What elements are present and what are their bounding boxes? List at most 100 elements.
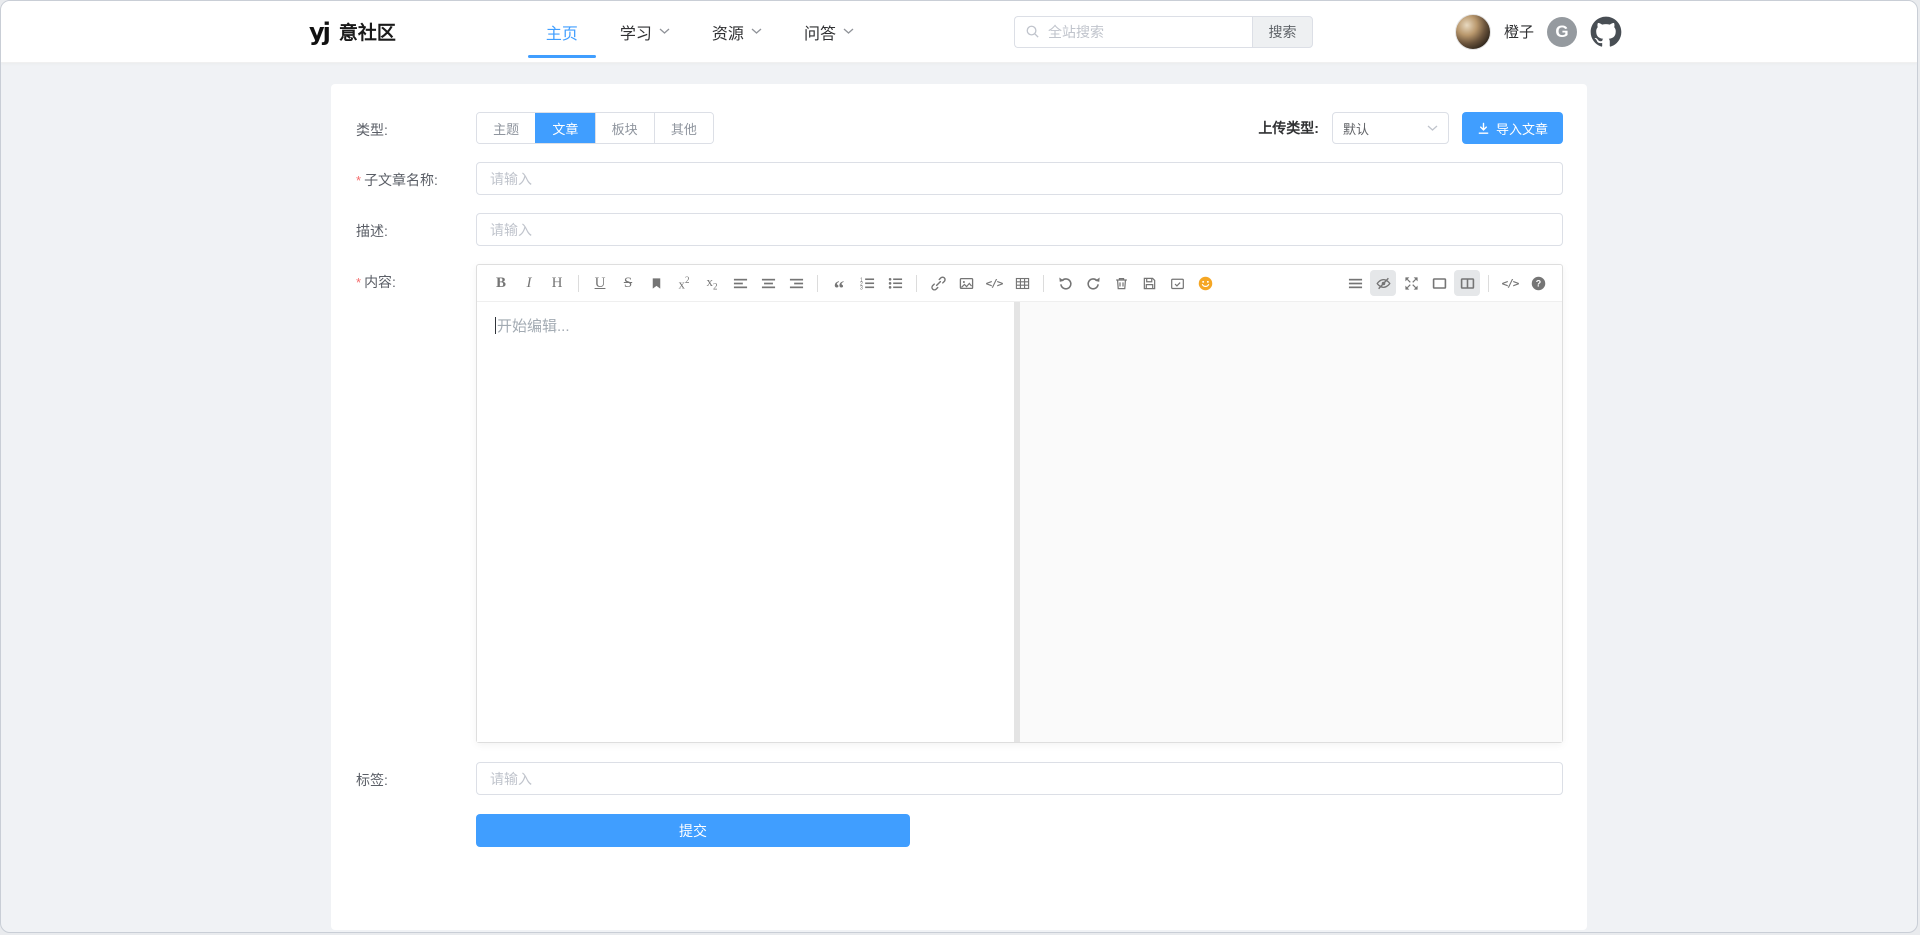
preview-toggle-icon[interactable]	[1370, 270, 1396, 296]
code-icon[interactable]: </>	[981, 270, 1007, 296]
navigation-icon[interactable]	[1342, 270, 1368, 296]
align-center-icon[interactable]	[755, 270, 781, 296]
folder-check-icon[interactable]	[1164, 270, 1190, 296]
mark-icon[interactable]	[643, 270, 669, 296]
submit-button[interactable]: 提交	[476, 814, 910, 847]
main-nav: 主页 学习 资源 问答	[546, 1, 854, 63]
content-label: *内容:	[356, 264, 476, 743]
redo-icon[interactable]	[1080, 270, 1106, 296]
sub-article-name-input[interactable]	[476, 162, 1563, 195]
upload-type-group: 上传类型: 默认 导入文章	[1258, 112, 1563, 144]
underline-icon[interactable]: U	[587, 270, 613, 296]
github-icon[interactable]	[1590, 16, 1622, 48]
tags-label: 标签:	[356, 762, 476, 795]
nav-item-home[interactable]: 主页	[546, 1, 578, 63]
sub-article-name-row: *子文章名称:	[356, 162, 1563, 195]
save-icon[interactable]	[1136, 270, 1162, 296]
description-input[interactable]	[476, 213, 1563, 246]
subscript-icon[interactable]: x2	[699, 270, 725, 296]
nav-item-resources[interactable]: 资源	[712, 1, 762, 63]
app-window: yj 意社区 主页 学习 资源 问答 搜索	[0, 0, 1918, 933]
avatar[interactable]	[1455, 14, 1491, 50]
help-icon[interactable]: ?	[1525, 270, 1551, 296]
nav-item-qa[interactable]: 问答	[804, 1, 854, 63]
tags-input[interactable]	[476, 762, 1563, 795]
type-row: 类型: 主题 文章 板块 其他 上传类型: 默认 导入文章	[356, 112, 1563, 144]
search-input[interactable]	[1048, 24, 1242, 40]
tags-row: 标签:	[356, 762, 1563, 795]
chevron-down-icon	[659, 28, 670, 35]
link-icon[interactable]	[925, 270, 951, 296]
description-label: 描述:	[356, 213, 476, 246]
toolbar-divider	[1488, 275, 1489, 292]
editor-placeholder: 开始编辑...	[497, 318, 570, 335]
align-left-icon[interactable]	[727, 270, 753, 296]
toolbar-divider	[1043, 275, 1044, 292]
svg-text:3: 3	[860, 285, 863, 291]
text-cursor	[495, 317, 496, 334]
type-option-other[interactable]: 其他	[654, 113, 713, 143]
undo-icon[interactable]	[1052, 270, 1078, 296]
align-right-icon[interactable]	[783, 270, 809, 296]
emoji-icon[interactable]	[1192, 270, 1218, 296]
site-search: 搜索	[1014, 16, 1313, 48]
fullscreen-icon[interactable]	[1398, 270, 1424, 296]
nav-item-label: 资源	[712, 20, 744, 44]
content-row: *内容: BIHUSx2x2 “123 </> </>? 开始编辑...	[356, 264, 1563, 743]
unordered-list-icon[interactable]	[882, 270, 908, 296]
type-label: 类型:	[356, 112, 476, 144]
type-option-topic[interactable]: 主题	[477, 113, 535, 143]
chevron-down-icon	[843, 28, 854, 35]
type-option-board[interactable]: 板块	[595, 113, 654, 143]
toolbar-divider	[916, 275, 917, 292]
upload-type-label: 上传类型:	[1258, 118, 1319, 138]
gitee-icon[interactable]: G	[1547, 17, 1577, 47]
article-form-card: 类型: 主题 文章 板块 其他 上传类型: 默认 导入文章	[331, 84, 1587, 930]
ordered-list-icon[interactable]: 123	[854, 270, 880, 296]
upload-type-select[interactable]: 默认	[1332, 112, 1449, 144]
bold-icon[interactable]: B	[488, 270, 514, 296]
superscript-icon[interactable]: x2	[671, 270, 697, 296]
top-navbar: yj 意社区 主页 学习 资源 问答 搜索	[1, 1, 1917, 63]
nav-item-learn[interactable]: 学习	[620, 1, 670, 63]
editor-toolbar: BIHUSx2x2 “123 </> </>?	[477, 265, 1562, 302]
header-icon[interactable]: H	[544, 270, 570, 296]
download-icon	[1477, 122, 1490, 135]
type-option-article[interactable]: 文章	[535, 113, 594, 143]
nav-item-label: 问答	[804, 20, 836, 44]
reading-mode-icon[interactable]	[1426, 270, 1452, 296]
html-code-icon[interactable]: </>	[1497, 270, 1523, 296]
chevron-down-icon	[1427, 125, 1438, 132]
chevron-down-icon	[751, 28, 762, 35]
import-article-button[interactable]: 导入文章	[1462, 112, 1563, 144]
split-view-icon[interactable]	[1454, 270, 1480, 296]
editor-input-pane[interactable]: 开始编辑...	[477, 302, 1014, 742]
type-segmented-control: 主题 文章 板块 其他	[476, 112, 714, 144]
username[interactable]: 橙子	[1504, 21, 1534, 42]
quote-icon[interactable]: “	[826, 270, 852, 296]
trash-icon[interactable]	[1108, 270, 1134, 296]
search-icon	[1025, 24, 1040, 39]
toolbar-divider	[817, 275, 818, 292]
required-marker: *	[356, 173, 361, 188]
brand-name: 意社区	[339, 18, 396, 45]
upload-type-value: 默认	[1343, 119, 1369, 138]
user-area: 橙子 G	[1455, 14, 1622, 50]
editor-toolbar-left: BIHUSx2x2 “123 </>	[487, 270, 1219, 296]
submit-row: 提交	[356, 814, 1563, 847]
required-marker: *	[356, 275, 361, 290]
table-icon[interactable]	[1009, 270, 1035, 296]
editor-toolbar-right: </>?	[1341, 270, 1552, 296]
toolbar-divider	[578, 275, 579, 292]
svg-text:?: ?	[1535, 278, 1540, 288]
sub-article-name-label: *子文章名称:	[356, 162, 476, 195]
search-button[interactable]: 搜索	[1252, 16, 1313, 48]
nav-item-label: 主页	[546, 20, 578, 44]
italic-icon[interactable]: I	[516, 270, 542, 296]
strikethrough-icon[interactable]: S	[615, 270, 641, 296]
search-input-wrap	[1014, 16, 1252, 48]
image-icon[interactable]	[953, 270, 979, 296]
brand[interactable]: yj 意社区	[309, 18, 396, 45]
nav-item-label: 学习	[620, 20, 652, 44]
editor-preview-pane	[1020, 302, 1562, 742]
